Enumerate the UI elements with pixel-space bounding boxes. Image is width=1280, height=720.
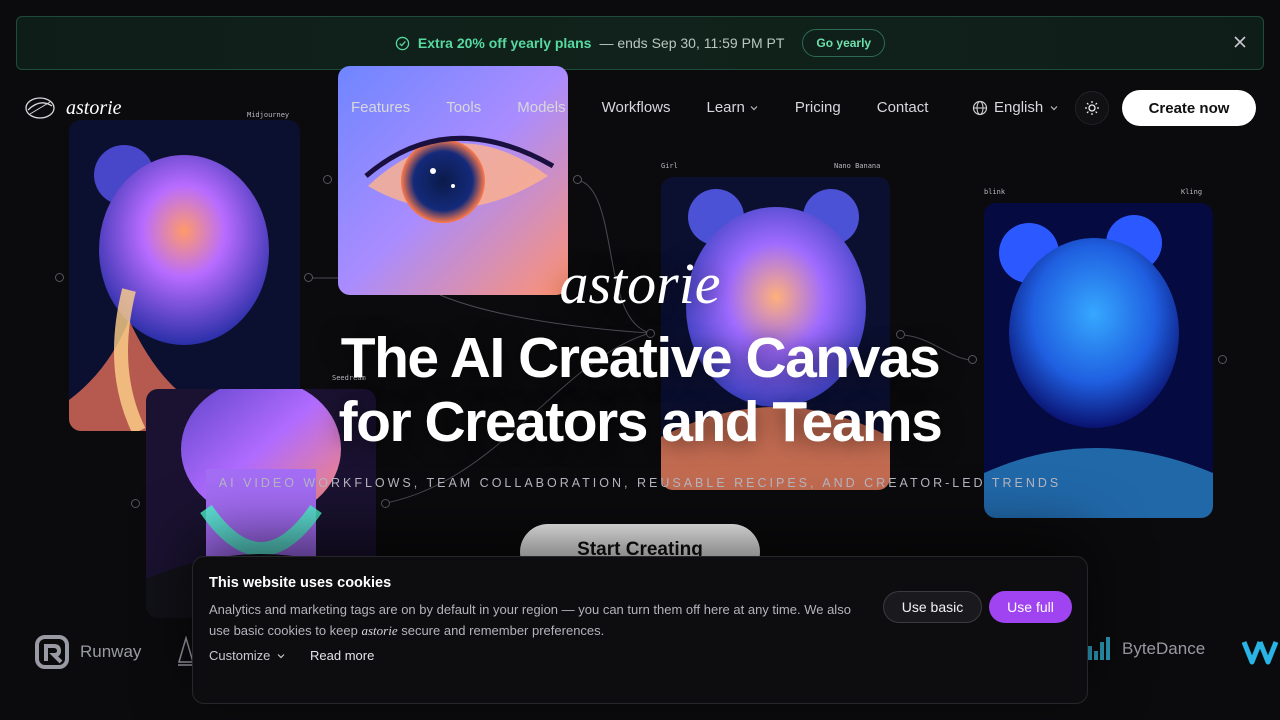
- customize-button[interactable]: Customize: [209, 648, 286, 663]
- nav-item-contact[interactable]: Contact: [877, 99, 929, 116]
- card-title-label: Girl: [661, 162, 678, 170]
- cookie-banner: This website uses cookies Analytics and …: [192, 556, 1088, 704]
- connector-node[interactable]: [323, 175, 332, 184]
- nav-item-learn[interactable]: Learn: [707, 99, 759, 116]
- partner-name: Runway: [80, 642, 142, 661]
- chevron-down-icon: [1050, 105, 1058, 110]
- globe-icon: [972, 100, 988, 115]
- brand-logo[interactable]: astorie: [24, 92, 122, 124]
- cookie-text-part2: secure and remember preferences.: [397, 623, 605, 638]
- card-model-label: Kling: [1181, 188, 1203, 196]
- chevron-down-icon: [277, 653, 285, 658]
- nav-item-learn-label: Learn: [706, 99, 745, 116]
- theme-toggle-button[interactable]: [1075, 91, 1109, 125]
- cookie-title: This website uses cookies: [209, 575, 392, 591]
- hero-title-line-2: for Creators and Teams: [338, 390, 943, 454]
- connector-node[interactable]: [381, 499, 390, 508]
- nav-item-models[interactable]: Models: [517, 99, 565, 116]
- runway-logo-icon: [35, 635, 69, 669]
- vimeo-logo-icon: [1242, 641, 1279, 665]
- use-full-button[interactable]: Use full: [989, 591, 1072, 623]
- nav-item-tools[interactable]: Tools: [446, 99, 481, 116]
- card-model-label: Midjourney: [247, 111, 290, 119]
- hero-title: The AI Creative Canvas for Creators and …: [0, 326, 1280, 454]
- create-now-button[interactable]: Create now: [1122, 90, 1256, 126]
- partner-logo-bytedance: ByteDance: [1086, 634, 1205, 664]
- bytedance-logo-icon: [1088, 637, 1110, 660]
- cookie-description: Analytics and marketing tags are on by d…: [209, 599, 869, 641]
- connector-node[interactable]: [131, 499, 140, 508]
- language-selector[interactable]: English: [972, 99, 1059, 116]
- card-title-label: blink: [984, 188, 1006, 196]
- use-basic-button[interactable]: Use basic: [883, 591, 982, 623]
- hero-subtitle: AI VIDEO WORKFLOWS, TEAM COLLABORATION, …: [218, 476, 1062, 490]
- partner-logo-runway: Runway: [34, 634, 141, 670]
- brand-name: astorie: [66, 96, 122, 119]
- connector-node[interactable]: [573, 175, 582, 184]
- logo-mark-icon: [25, 97, 55, 119]
- cookie-brand: astorie: [361, 623, 398, 638]
- read-more-link[interactable]: Read more: [310, 648, 374, 663]
- hero-brand-logo: astorie: [559, 251, 721, 316]
- card-model-label: Nano Banana: [834, 162, 881, 170]
- nav-item-workflows[interactable]: Workflows: [602, 99, 671, 116]
- nav-item-pricing[interactable]: Pricing: [795, 99, 841, 116]
- customize-label: Customize: [209, 648, 271, 663]
- hero-title-line-1: The AI Creative Canvas: [340, 326, 941, 390]
- nav-item-features[interactable]: Features: [351, 99, 410, 116]
- main-nav: Features Tools Models Workflows Learn Pr…: [351, 99, 928, 116]
- language-label: English: [994, 99, 1044, 116]
- sun-icon: [1085, 101, 1099, 115]
- chevron-down-icon: [750, 105, 758, 110]
- partner-name: ByteDance: [1122, 639, 1206, 658]
